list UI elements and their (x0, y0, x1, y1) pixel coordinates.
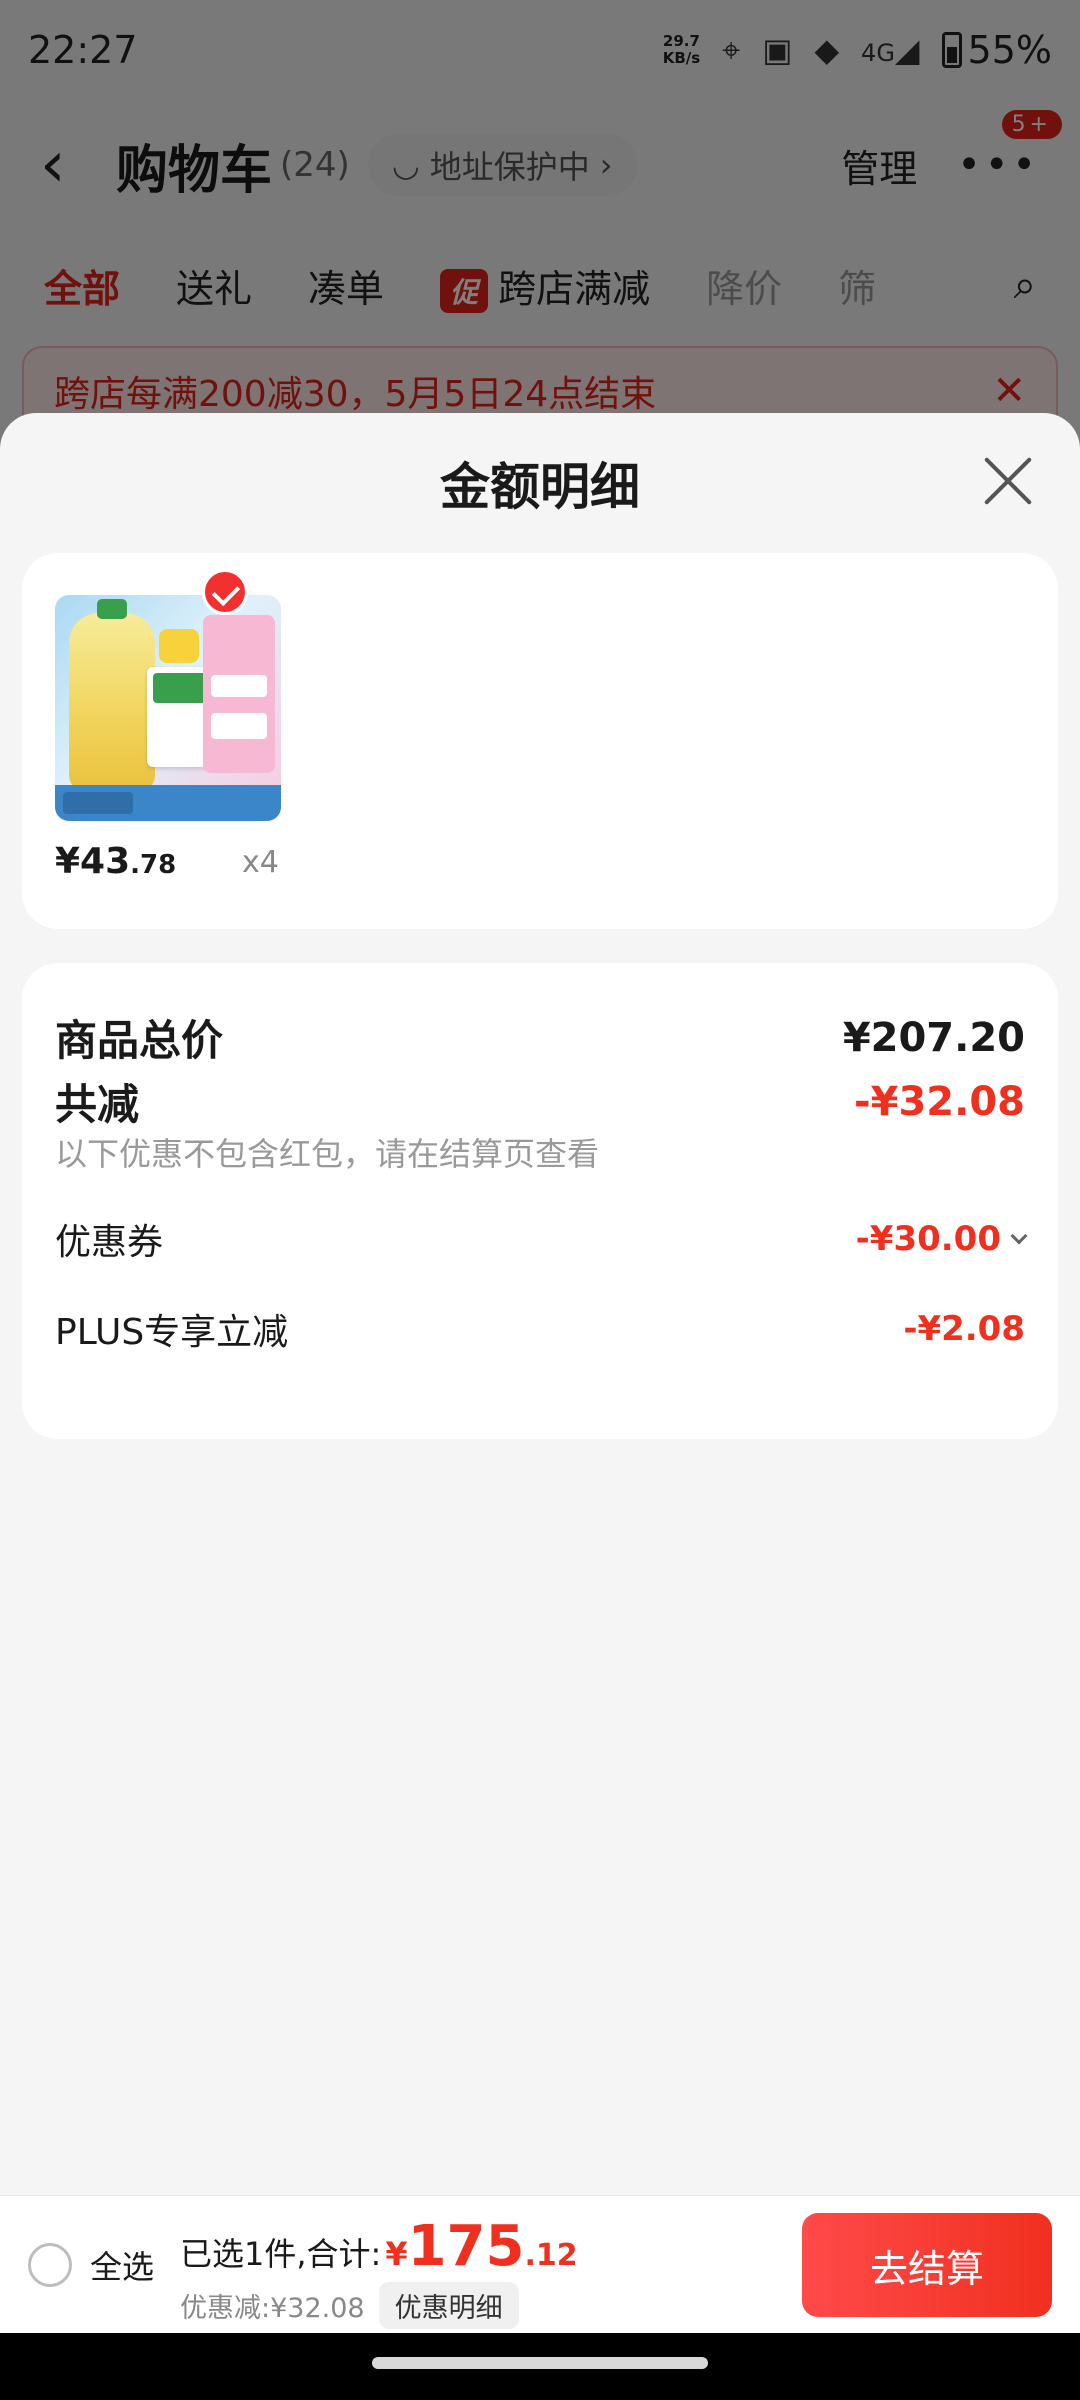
discount-amount: 优惠减:¥32.08 (180, 2293, 365, 2324)
product-quantity: x4 (242, 845, 279, 880)
plus-discount-value: -¥2.08 (903, 1309, 1025, 1349)
checkout-button[interactable]: 去结算 (802, 2213, 1052, 2317)
product-badge-graphic (159, 629, 199, 663)
reduce-note: 以下优惠不包含红包，请在结算页查看 (55, 1135, 600, 1173)
close-icon[interactable] (982, 455, 1034, 507)
amount-detail-sheet: 金额明细 ¥43.78 x4 商品总价 ¥207.20 共减 -¥32.08 以… (0, 413, 1080, 2393)
select-all-radio[interactable] (28, 2243, 72, 2287)
plus-discount-label: PLUS专享立减 (55, 1312, 289, 1353)
system-nav-bar (0, 2333, 1080, 2400)
product-image[interactable] (55, 595, 281, 821)
sheet-title: 金额明细 (440, 458, 640, 516)
product-promo-graphic (203, 615, 275, 773)
product-price-int: ¥43 (55, 841, 131, 882)
coupon-label: 优惠券 (55, 1222, 164, 1263)
coupon-row[interactable]: 优惠券 -¥30.00 (55, 1213, 1028, 1265)
product-strip-graphic (55, 785, 281, 821)
product-price: ¥43.78 (55, 841, 176, 882)
selected-count-text: 已选1件,合计: (180, 2235, 382, 2273)
chevron-down-icon[interactable] (1010, 1227, 1028, 1245)
total-price-value: ¥207.20 (842, 1014, 1025, 1061)
selected-check-icon (202, 569, 248, 615)
discount-detail-button[interactable]: 优惠明细 (378, 2282, 519, 2329)
product-price-dec: .78 (130, 850, 177, 880)
selected-total: 已选1件,合计: ¥ 175 .12 (180, 2214, 578, 2279)
discount-line: 优惠减:¥32.08 优惠明细 (180, 2282, 519, 2329)
total-price-row: 商品总价 ¥207.20 (55, 1007, 1025, 1068)
total-amount-int: 175 (407, 2214, 525, 2279)
sheet-header: 金额明细 (0, 413, 1080, 553)
total-price-label: 商品总价 (55, 1016, 224, 1065)
coupon-value-wrap: -¥30.00 (855, 1219, 1028, 1259)
price-summary-card: 商品总价 ¥207.20 共减 -¥32.08 以下优惠不包含红包，请在结算页查… (22, 963, 1058, 1439)
total-reduce-row: 共减 -¥32.08 (55, 1071, 1025, 1132)
plus-discount-row: PLUS专享立减 -¥2.08 (55, 1303, 1025, 1355)
product-bottle-graphic (69, 599, 155, 793)
select-all-label[interactable]: 全选 (90, 2242, 154, 2288)
checkout-bar: 全选 已选1件,合计: ¥ 175 .12 优惠减:¥32.08 优惠明细 去结… (0, 2195, 1080, 2333)
home-indicator[interactable] (372, 2357, 708, 2369)
total-reduce-value: -¥32.08 (854, 1078, 1025, 1125)
coupon-value: -¥30.00 (855, 1219, 1001, 1259)
total-amount-dec: .12 (524, 2238, 578, 2273)
total-reduce-label: 共减 (55, 1080, 140, 1129)
total-currency: ¥ (385, 2235, 408, 2273)
product-card: ¥43.78 x4 (22, 553, 1058, 929)
